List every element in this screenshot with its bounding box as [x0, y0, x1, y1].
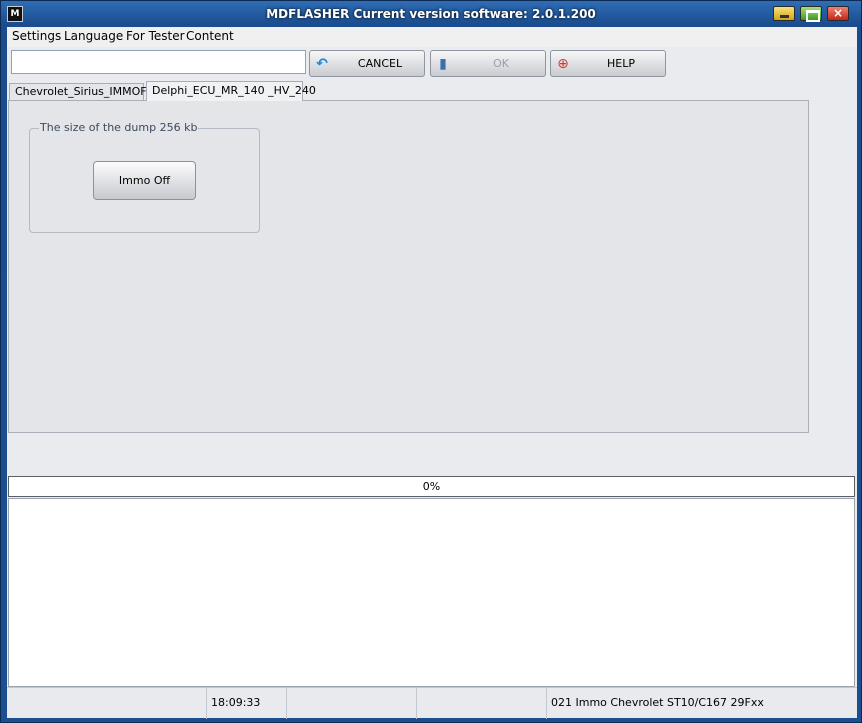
status-device: 021 Immo Chevrolet ST10/C167 29Fxx	[551, 696, 764, 709]
maximize-icon	[801, 7, 821, 22]
status-time: 18:09:33	[207, 688, 287, 719]
menu-settings[interactable]: Settings	[12, 29, 61, 43]
tab-chevrolet-sirius[interactable]: Chevrolet_Sirius_IMMOFF	[9, 83, 153, 101]
progress-bar: 0%	[8, 476, 855, 497]
help-button[interactable]: ⊕ HELP	[550, 50, 666, 77]
menu-language[interactable]: Language	[64, 29, 123, 43]
status-cell-1	[7, 688, 207, 719]
minimize-icon	[774, 7, 794, 20]
dump-size-caption: The size of the dump 256 kb	[39, 121, 199, 134]
client-area: Settings Language For Tester Content ↶ C…	[7, 27, 857, 719]
minimize-button[interactable]	[773, 6, 795, 21]
command-input[interactable]	[11, 50, 306, 74]
menu-bar: Settings Language For Tester Content	[7, 27, 857, 47]
status-cell-4	[417, 688, 547, 719]
status-bar: 18:09:33 021 Immo Chevrolet ST10/C167 29…	[7, 687, 857, 719]
menu-content[interactable]: Content	[186, 29, 234, 43]
close-button[interactable]: ×	[827, 6, 849, 21]
maximize-button[interactable]	[800, 6, 822, 22]
ok-button[interactable]: ▮ OK	[430, 50, 546, 77]
log-area[interactable]	[8, 498, 855, 687]
help-label: HELP	[607, 57, 635, 70]
title-bar[interactable]: M MDFLASHER Current version software: 2.…	[1, 1, 861, 27]
menu-for-tester[interactable]: For Tester	[126, 29, 185, 43]
lifebuoy-icon: ⊕	[557, 56, 569, 72]
tab-panel: The size of the dump 256 kb Immo Off	[8, 100, 809, 433]
window-title: MDFLASHER Current version software: 2.0.…	[266, 7, 596, 21]
ok-label: OK	[493, 57, 509, 70]
cancel-button[interactable]: ↶ CANCEL	[309, 50, 425, 77]
tab-delphi-ecu[interactable]: Delphi_ECU_MR_140 _HV_240	[146, 81, 316, 101]
dump-groupbox: The size of the dump 256 kb Immo Off	[29, 121, 260, 233]
immo-off-button[interactable]: Immo Off	[93, 161, 196, 200]
exit-door-icon: ▮	[439, 56, 447, 72]
status-cell-3	[287, 688, 417, 719]
main-window: M MDFLASHER Current version software: 2.…	[0, 0, 862, 723]
cancel-label: CANCEL	[357, 57, 403, 70]
undo-arrow-icon: ↶	[316, 56, 328, 72]
close-icon: ×	[832, 6, 844, 20]
